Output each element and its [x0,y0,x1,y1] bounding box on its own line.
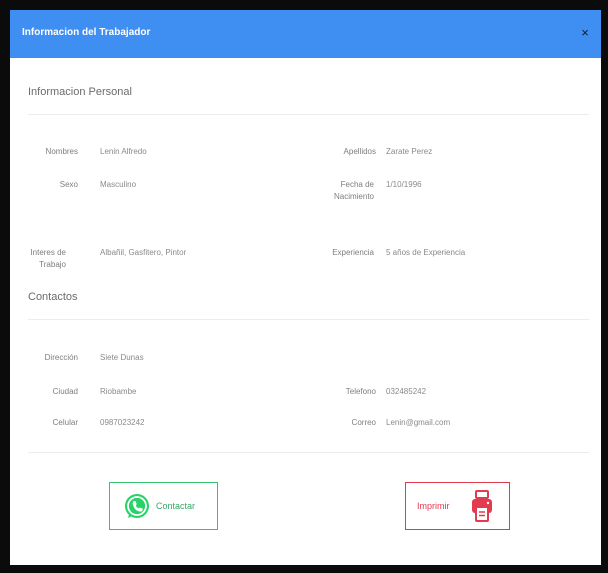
interes-trabajo-label: Interes de Trabajo [30,248,66,269]
worker-info-modal: Informacion del Trabajador × Informacion… [10,10,601,565]
direccion-value: Siete Dunas [100,353,144,362]
interes-trabajo-value: Albañil, Gasfitero, Pintor [100,248,187,257]
apellidos-label: Apellidos [343,147,376,156]
ciudad-label: Ciudad [52,387,78,396]
direccion-label: Dirección [44,353,78,362]
experiencia-value: 5 años de Experiencia [386,248,466,257]
correo-label: Correo [351,418,376,427]
printer-icon [472,490,492,522]
contact-button-label: Contactar [156,501,196,511]
celular-value: 0987023242 [100,418,145,427]
fecha-nacimiento-value: 1/10/1996 [386,180,422,189]
fecha-nacimiento-label: Fecha de Nacimiento [333,180,374,201]
print-button-label: Imprimir [417,501,450,511]
close-icon[interactable]: × [577,25,593,41]
sexo-value: Masculino [100,180,137,189]
correo-value: Lenin@gmail.com [386,418,451,427]
telefono-label: Telefono [345,387,376,396]
contact-button[interactable]: Contactar [109,482,218,530]
celular-label: Celular [52,418,78,427]
modal-header: Informacion del Trabajador × [10,10,601,58]
nombres-label: Nombres [45,147,78,156]
experiencia-label: Experiencia [332,248,374,257]
divider [28,319,589,320]
print-button[interactable]: Imprimir [405,482,510,530]
telefono-value: 032485242 [386,387,427,396]
apellidos-value: Zarate Perez [386,147,433,156]
nombres-value: Lenin Alfredo [100,147,147,156]
whatsapp-icon [125,494,149,518]
ciudad-value: Riobambe [100,387,137,396]
divider [28,114,589,115]
contacts-heading: Contactos [28,291,78,303]
modal-title: Informacion del Trabajador [22,27,151,38]
personal-info-heading: Informacion Personal [28,86,132,98]
sexo-label: Sexo [59,180,78,189]
divider [28,452,589,453]
